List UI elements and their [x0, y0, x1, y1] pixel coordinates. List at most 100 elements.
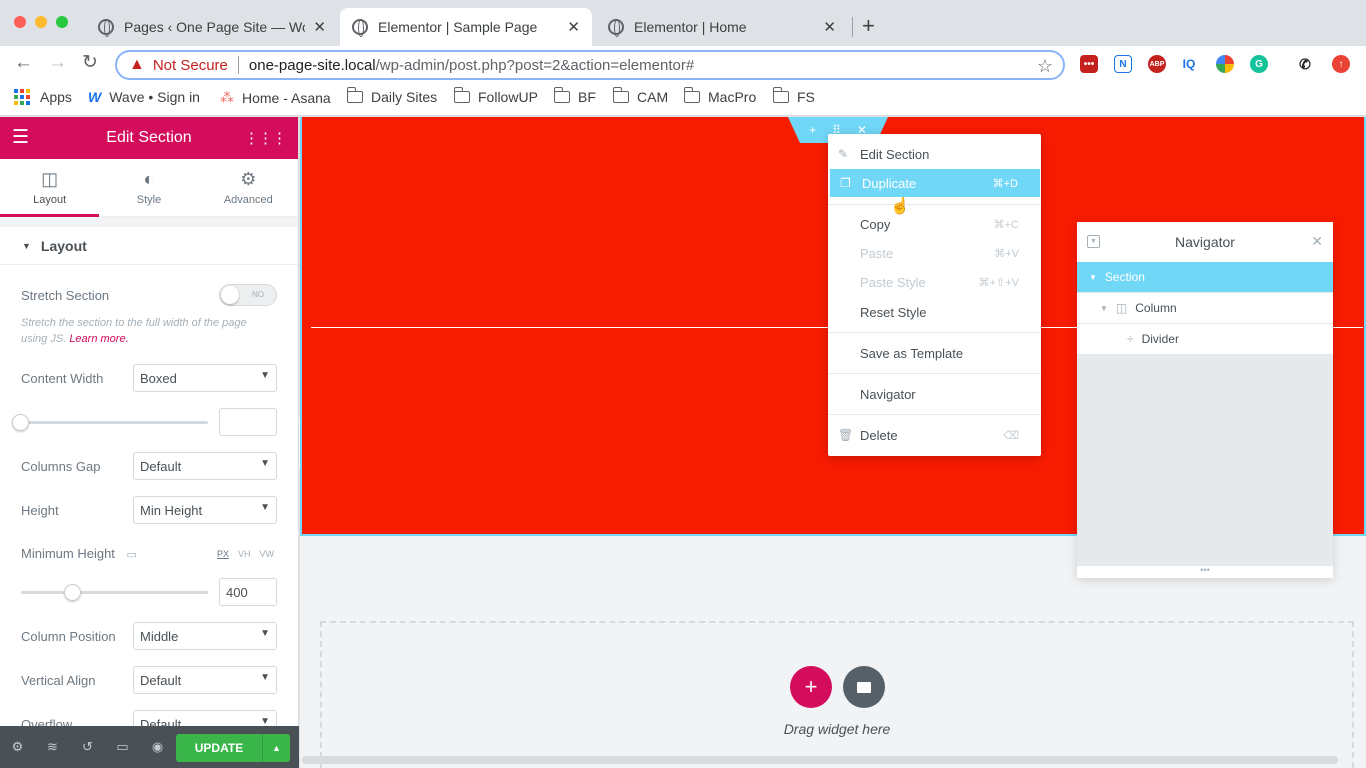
- toggle-knob: [221, 286, 239, 304]
- color-wheel-icon[interactable]: [1216, 55, 1234, 73]
- unit-vw[interactable]: VW: [260, 549, 275, 559]
- unit-vh[interactable]: VH: [238, 549, 251, 559]
- panel-footer: ⚙ ≋ ↺ ▭ ◉ UPDATE ▲: [0, 726, 299, 768]
- close-icon[interactable]: ✕: [1311, 233, 1323, 250]
- min-height-slider-track[interactable]: [21, 591, 208, 594]
- menu-item-save-as-template[interactable]: Save as Template: [828, 339, 1041, 367]
- widgets-grid-icon[interactable]: ⋮⋮⋮: [244, 129, 287, 147]
- collapse-all-icon[interactable]: ▼: [1087, 235, 1100, 248]
- learn-more-link[interactable]: Learn more.: [69, 333, 128, 345]
- tab-label: Advanced: [223, 194, 273, 206]
- tab-advanced[interactable]: ⚙ Advanced: [199, 159, 298, 216]
- browser-tab-sample-page[interactable]: Elementor | Sample Page ✕: [340, 8, 592, 46]
- iq-extension-icon[interactable]: IQ: [1180, 55, 1198, 73]
- menu-item-paste[interactable]: Paste ⌘+V: [828, 239, 1041, 267]
- tab-layout[interactable]: ◫ Layout: [0, 159, 100, 217]
- extension-n-icon[interactable]: N: [1114, 55, 1132, 73]
- navigator-title: Navigator: [1175, 234, 1235, 250]
- bookmark-asana[interactable]: ⁂ Home - Asana: [220, 89, 331, 106]
- minimize-window-button[interactable]: [35, 16, 47, 28]
- navigator-label: Section: [1104, 270, 1145, 284]
- menu-item-paste-style[interactable]: Paste Style ⌘+⇧+V: [828, 268, 1041, 296]
- menu-separator: [828, 332, 1041, 333]
- stretch-section-toggle[interactable]: NO: [219, 284, 277, 306]
- bookmark-bf[interactable]: BF: [553, 87, 596, 105]
- extension-icon[interactable]: •••: [1080, 55, 1098, 73]
- menu-shortcut: ⌘+C: [993, 218, 1019, 231]
- content-width-select[interactable]: Boxed ▼: [133, 364, 277, 392]
- history-icon[interactable]: ↺: [70, 739, 105, 755]
- min-height-input[interactable]: 400: [219, 578, 277, 606]
- close-window-button[interactable]: [14, 16, 26, 28]
- column-position-select[interactable]: Middle ▼: [133, 622, 277, 650]
- min-height-slider-thumb[interactable]: [64, 584, 81, 601]
- browser-tab-home[interactable]: Elementor | Home ✕: [596, 8, 848, 46]
- adblock-icon[interactable]: ABP: [1148, 55, 1166, 73]
- navigator-item-column[interactable]: ▼ ◫ Column: [1077, 293, 1333, 324]
- new-tab-button[interactable]: +: [862, 13, 875, 39]
- unit-px[interactable]: PX: [217, 549, 229, 559]
- navigator-item-section[interactable]: ▼ Section: [1077, 262, 1333, 293]
- layers-icon[interactable]: ≋: [35, 739, 70, 755]
- forward-arrow-icon[interactable]: →: [48, 53, 67, 73]
- profile-icon[interactable]: ↑: [1332, 55, 1350, 73]
- width-number-input[interactable]: [219, 408, 277, 436]
- browser-tab-pages[interactable]: Pages ‹ One Page Site — Word ✕: [86, 8, 338, 46]
- layout-section-header[interactable]: ▼ Layout: [0, 227, 298, 265]
- address-bar[interactable]: ▲ Not Secure one-page-site.local /wp-adm…: [115, 50, 1065, 80]
- preview-eye-icon[interactable]: ◉: [140, 739, 175, 755]
- gear-icon: ⚙: [240, 169, 257, 189]
- back-arrow-icon[interactable]: ←: [14, 53, 33, 73]
- close-tab-icon[interactable]: ✕: [313, 18, 326, 36]
- add-section-icon[interactable]: +: [809, 123, 816, 143]
- maximize-window-button[interactable]: [56, 16, 68, 28]
- hamburger-menu-icon[interactable]: ☰: [12, 128, 29, 147]
- bookmark-cam[interactable]: CAM: [612, 87, 668, 105]
- menu-separator: [828, 373, 1041, 374]
- bookmark-apps[interactable]: Apps: [14, 89, 72, 105]
- select-value: Middle: [140, 629, 179, 644]
- bookmark-daily-sites[interactable]: Daily Sites: [346, 87, 437, 105]
- horizontal-scrollbar[interactable]: [302, 756, 1338, 764]
- close-tab-icon[interactable]: ✕: [823, 18, 836, 36]
- menu-label: Paste: [860, 245, 894, 261]
- menu-item-copy[interactable]: Copy ⌘+C: [828, 210, 1041, 238]
- reload-icon[interactable]: ↻: [82, 53, 98, 73]
- height-select[interactable]: Min Height ▼: [133, 496, 277, 524]
- width-slider-track[interactable]: [21, 421, 208, 424]
- stretch-description: Stretch the section to the full width of…: [21, 315, 271, 347]
- navigator-item-divider[interactable]: ÷ Divider: [1077, 324, 1333, 355]
- responsive-desktop-icon[interactable]: ▭: [105, 739, 140, 755]
- chevron-down-icon: ▼: [260, 502, 270, 513]
- folder-icon: [453, 87, 470, 103]
- add-template-folder-button[interactable]: [843, 666, 885, 708]
- add-new-section-button[interactable]: +: [790, 666, 832, 708]
- bookmark-followup[interactable]: FollowUP: [453, 87, 538, 105]
- add-section-dropzone[interactable]: [320, 621, 1354, 768]
- close-tab-icon[interactable]: ✕: [567, 18, 580, 36]
- width-slider-thumb[interactable]: [12, 414, 29, 431]
- bookmark-wave[interactable]: W Wave • Sign in: [88, 89, 200, 105]
- menu-item-duplicate[interactable]: ❐ Duplicate ⌘+D: [830, 169, 1040, 197]
- columns-gap-select[interactable]: Default ▼: [133, 452, 277, 480]
- settings-gear-icon[interactable]: ⚙: [0, 739, 35, 755]
- description-text: Stretch the section to the full width of…: [21, 317, 247, 345]
- desktop-icon[interactable]: ▭: [127, 549, 137, 561]
- menu-item-delete[interactable]: 🗑 Delete ⌫: [828, 421, 1041, 449]
- tab-title: Pages ‹ One Page Site — Word: [124, 19, 306, 35]
- grammarly-icon[interactable]: G: [1250, 55, 1268, 73]
- phone-icon[interactable]: ✆: [1296, 55, 1314, 73]
- update-options-caret-icon[interactable]: ▲: [262, 734, 290, 762]
- trash-icon: 🗑: [838, 428, 854, 442]
- menu-item-reset-style[interactable]: Reset Style: [828, 298, 1041, 326]
- bookmark-fs[interactable]: FS: [772, 87, 815, 105]
- vertical-align-select[interactable]: Default ▼: [133, 666, 277, 694]
- navigator-resize-handle[interactable]: •••: [1077, 566, 1333, 578]
- menu-item-edit-section[interactable]: ✎ Edit Section: [828, 140, 1041, 168]
- menu-item-navigator[interactable]: Navigator: [828, 380, 1041, 408]
- update-button[interactable]: UPDATE: [176, 734, 262, 762]
- bookmark-star-icon[interactable]: ☆: [1037, 56, 1053, 77]
- navigator-label: Divider: [1141, 332, 1179, 346]
- tab-style[interactable]: ◐ Style: [99, 159, 198, 216]
- bookmark-macpro[interactable]: MacPro: [683, 87, 756, 105]
